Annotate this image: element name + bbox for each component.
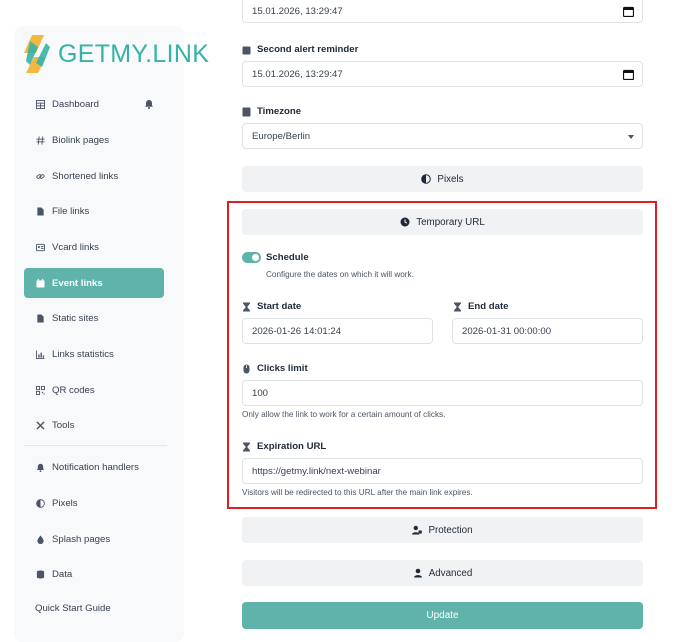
sidebar-item-file-links[interactable]: File links <box>24 196 164 226</box>
sidebar-item-label: Static sites <box>52 312 99 324</box>
book-icon <box>242 107 251 117</box>
sidebar-item-label: File links <box>52 205 90 217</box>
sidebar-item-label: Data <box>52 568 73 580</box>
sidebar-item-label: Links statistics <box>52 348 114 360</box>
end-date-label: End date <box>453 301 509 312</box>
sidebar-item-vcard-links[interactable]: Vcard links <box>24 232 164 262</box>
sidebar-item-dashboard[interactable]: Dashboard <box>24 89 164 119</box>
first-alert-value: 15.01.2026, 13:29:47 <box>252 5 343 17</box>
schedule-toggle[interactable] <box>242 252 261 263</box>
file-code-icon <box>35 313 45 323</box>
second-alert-label: Second alert reminder <box>242 44 358 55</box>
sidebar-item-links-statistics[interactable]: Links statistics <box>24 339 164 369</box>
droplet-icon <box>35 534 45 544</box>
start-date-input[interactable]: 2026-01-26 14:01:24 <box>242 318 433 344</box>
chart-icon <box>35 349 45 359</box>
adjust-icon <box>35 498 45 508</box>
sidebar-item-label: Shortened links <box>52 170 119 182</box>
adjust-icon <box>421 174 432 184</box>
file-icon <box>35 206 45 216</box>
database-icon <box>35 569 45 579</box>
clicks-limit-input[interactable]: 100 <box>242 380 643 406</box>
qrcode-icon <box>35 385 45 395</box>
table-icon <box>35 99 45 109</box>
link-icon <box>35 171 45 181</box>
clock-icon <box>400 217 410 227</box>
sidebar-item-pixels[interactable]: Pixels <box>24 488 164 518</box>
end-date-value: 2026-01-31 00:00:00 <box>462 325 552 337</box>
clicks-limit-label: Clicks limit <box>242 363 308 374</box>
hourglass-icon <box>242 302 251 312</box>
tools-icon <box>35 420 45 430</box>
timezone-label: Timezone <box>242 106 301 117</box>
sidebar-item-label: Dashboard <box>52 98 99 110</box>
expiration-url-help: Visitors will be redirected to this URL … <box>242 488 473 497</box>
sidebar-item-qr-codes[interactable]: QR codes <box>24 375 164 405</box>
sidebar-divider <box>24 445 167 446</box>
bell-icon <box>35 462 45 472</box>
sidebar-item-tools[interactable]: Tools <box>24 410 164 440</box>
second-alert-input[interactable]: 15.01.2026, 13:29:47 <box>242 61 643 87</box>
start-date-label: Start date <box>242 301 301 312</box>
sidebar-item-notification-handlers[interactable]: Notification handlers <box>24 452 164 482</box>
sidebar-item-label: Vcard links <box>52 241 99 253</box>
id-card-icon <box>35 242 45 252</box>
schedule-help: Configure the dates on which it will wor… <box>266 270 414 279</box>
second-alert-value: 15.01.2026, 13:29:47 <box>252 68 343 80</box>
user-icon <box>413 568 423 578</box>
temporary-url-section-button[interactable]: Temporary URL <box>242 209 643 235</box>
expiration-url-value: https://getmy.link/next-webinar <box>252 465 381 477</box>
timezone-value: Europe/Berlin <box>252 130 311 142</box>
hourglass-icon <box>453 302 462 312</box>
sidebar-item-biolink-pages[interactable]: Biolink pages <box>24 125 164 155</box>
update-button[interactable]: Update <box>242 602 643 629</box>
sidebar-item-label: Pixels <box>52 497 78 509</box>
schedule-label: Schedule <box>266 252 309 263</box>
sidebar-item-data[interactable]: Data <box>24 559 164 589</box>
expiration-url-input[interactable]: https://getmy.link/next-webinar <box>242 458 643 484</box>
calendar-icon[interactable] <box>623 69 634 80</box>
logo-icon <box>24 35 50 73</box>
calendar-icon <box>242 45 251 55</box>
brand-logo[interactable]: GETMY.LINK <box>24 32 209 76</box>
sidebar-item-label: Splash pages <box>52 533 111 545</box>
sidebar-item-event-links[interactable]: Event links <box>24 268 164 298</box>
sidebar-item-shortened-links[interactable]: Shortened links <box>24 161 164 191</box>
clicks-limit-value: 100 <box>252 387 269 399</box>
advanced-section-button[interactable]: Advanced <box>242 560 643 586</box>
clicks-limit-help: Only allow the link to work for a certai… <box>242 410 446 419</box>
calendar-icon[interactable] <box>623 6 634 17</box>
first-alert-input[interactable]: 15.01.2026, 13:29:47 <box>242 0 643 23</box>
sidebar-item-label: Biolink pages <box>52 134 110 146</box>
pixels-section-button[interactable]: Pixels <box>242 166 643 192</box>
quick-start-guide-link[interactable]: Quick Start Guide <box>35 603 111 614</box>
sidebar-item-splash-pages[interactable]: Splash pages <box>24 524 164 554</box>
mouse-icon <box>242 364 251 374</box>
sidebar-item-label: Notification handlers <box>52 461 139 473</box>
sidebar-item-label: QR codes <box>52 384 95 396</box>
chevron-down-icon <box>628 135 634 139</box>
expiration-url-label: Expiration URL <box>242 441 326 452</box>
protection-section-button[interactable]: Protection <box>242 517 643 543</box>
sidebar: GETMY.LINK Dashboard Biolink pages Short… <box>14 26 209 642</box>
hourglass-icon <box>242 442 251 452</box>
hash-icon <box>35 135 45 145</box>
calendar-icon <box>35 278 45 288</box>
sidebar-item-label: Event links <box>52 277 103 289</box>
sidebar-item-label: Tools <box>52 419 75 431</box>
end-date-input[interactable]: 2026-01-31 00:00:00 <box>452 318 643 344</box>
brand-name: GETMY.LINK <box>58 39 210 68</box>
bell-icon[interactable] <box>144 99 154 109</box>
sidebar-item-static-sites[interactable]: Static sites <box>24 303 164 333</box>
timezone-select[interactable]: Europe/Berlin <box>242 123 643 149</box>
user-lock-icon <box>412 525 423 535</box>
start-date-value: 2026-01-26 14:01:24 <box>252 325 342 337</box>
